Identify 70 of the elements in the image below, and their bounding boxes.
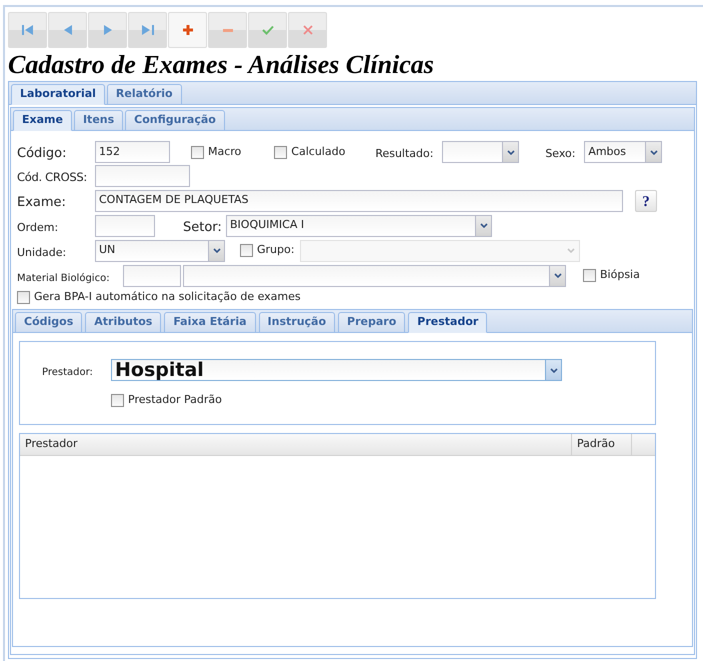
last-record-icon (142, 25, 154, 35)
chevron-down-icon (550, 368, 558, 372)
field-label: Material Biológico: (17, 272, 110, 284)
tab[interactable]: Atributos (85, 312, 162, 333)
checkbox[interactable] (17, 290, 30, 304)
toolbar-button[interactable] (8, 12, 47, 48)
field-label: Resultado: (375, 147, 434, 160)
chevron-down-icon (480, 223, 488, 228)
chevron-down-icon (506, 150, 515, 154)
tab[interactable]: Configuração (125, 110, 225, 131)
dropdown-field[interactable]: Hospital (111, 359, 562, 381)
field-label: Sexo: (545, 147, 576, 160)
tab[interactable]: Exame (13, 110, 72, 131)
left-triangle-icon (64, 25, 72, 35)
input-field[interactable]: CONTAGEM DE PLAQUETAS (95, 190, 623, 212)
field-label: Setor: (183, 220, 222, 234)
dropdown-field[interactable]: Ambos (584, 141, 662, 163)
tab[interactable]: Códigos (15, 312, 82, 333)
column-header[interactable]: Prestador (20, 434, 572, 455)
dropdown-field[interactable] (183, 264, 566, 286)
checkmark-icon (262, 25, 274, 35)
toolbar-button[interactable] (48, 12, 87, 48)
plus-icon (182, 25, 192, 35)
input-field[interactable] (95, 165, 190, 187)
first-record-icon (22, 25, 34, 35)
checkbox[interactable] (240, 244, 253, 257)
tab[interactable]: Faixa Etária (164, 312, 256, 333)
toolbar-button[interactable] (208, 12, 247, 48)
chevron-down-icon (567, 248, 575, 253)
checkbox[interactable] (274, 146, 288, 158)
toolbar-button[interactable] (168, 12, 207, 48)
field-label: Prestador: (42, 367, 93, 378)
checkbox[interactable] (583, 269, 596, 282)
toolbar-button[interactable] (128, 12, 167, 48)
tab[interactable]: Laboratorial (11, 84, 105, 105)
toolbar-button[interactable] (288, 12, 327, 48)
field-label: Código: (17, 146, 66, 161)
dropdown-field[interactable]: BIOQUIMICA I (226, 214, 492, 236)
checkbox[interactable] (111, 394, 124, 407)
chevron-down-icon (212, 248, 220, 253)
tab[interactable]: Instrução (258, 312, 336, 333)
checkbox[interactable] (191, 146, 204, 158)
chevron-down-icon (554, 273, 562, 278)
tab[interactable]: Prestador (408, 312, 488, 333)
checkbox-label: Grupo: (257, 242, 294, 258)
checkbox-label: Macro (208, 144, 242, 160)
field-label: Exame: (17, 194, 66, 210)
close-icon (302, 25, 312, 35)
toolbar-button[interactable] (88, 12, 127, 48)
field-label: Cód. CROSS: (17, 170, 87, 184)
checkbox-label: Gera BPA-I automático na solicitação de exames (34, 288, 301, 305)
chevron-down-icon (650, 150, 658, 154)
field-label: Ordem: (17, 220, 58, 234)
dropdown-field[interactable]: UN (95, 240, 225, 262)
dropdown-field[interactable] (442, 141, 520, 163)
column-header[interactable]: Padrão (572, 434, 632, 455)
checkbox-label: Biópsia (600, 267, 640, 284)
tab[interactable]: Preparo (338, 312, 406, 333)
input-field[interactable] (95, 214, 155, 236)
input-field[interactable] (123, 264, 181, 286)
right-triangle-icon (104, 25, 112, 35)
tab[interactable]: Relatório (106, 84, 182, 105)
page-title: Cadastro de Exames - Análises Clínicas (8, 50, 435, 80)
input-field[interactable]: 152 (95, 141, 170, 163)
minus-icon (222, 28, 232, 32)
checkbox-label: Calculado (291, 144, 346, 160)
checkbox-label: Prestador Padrão (128, 392, 222, 408)
field-label: Unidade: (17, 246, 66, 258)
help-button[interactable]: ? (635, 190, 657, 212)
tab[interactable]: Itens (74, 110, 124, 131)
